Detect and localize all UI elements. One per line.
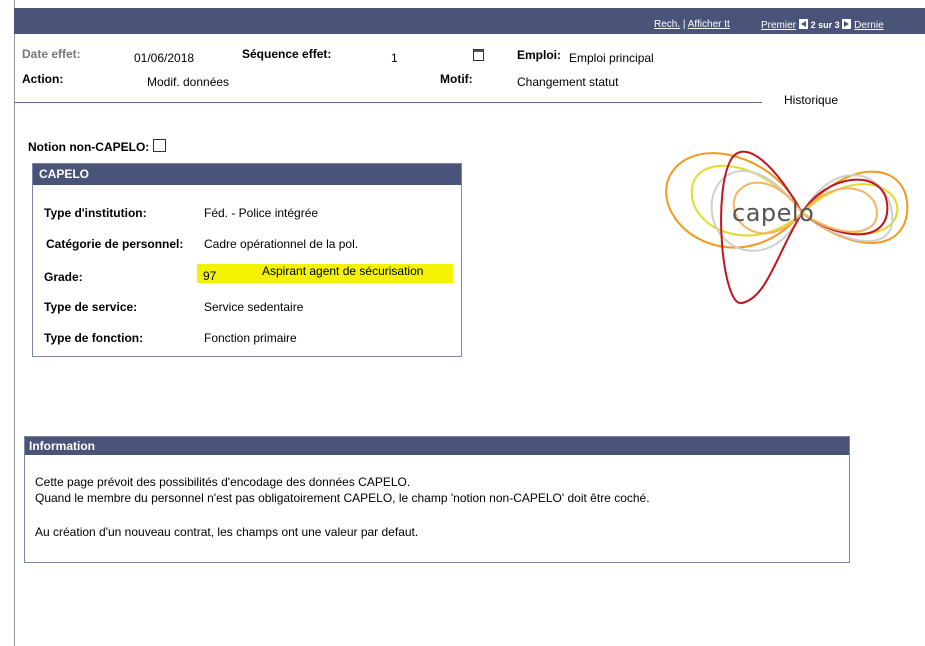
emploi-label: Emploi: [517,48,561,62]
institution-type-value: Féd. - Police intégrée [204,206,319,220]
notion-checkbox[interactable] [152,139,166,152]
grade-label: Grade: [44,270,83,284]
motif-value: Changement statut [517,75,619,89]
next-arrow-icon[interactable] [842,19,852,29]
action-label: Action: [22,72,64,86]
grade-value: Aspirant agent de sécurisation [262,264,424,278]
info-line-3: Au création d'un nouveau contrat, les ch… [35,525,419,539]
date-effet-label: Date effet: [22,47,81,61]
sequence-value: 1 [391,51,398,65]
emploi-value: Emploi principal [569,51,654,65]
history-link[interactable]: Historique [784,93,838,107]
capelo-logo: capelo [652,133,925,311]
information-panel-title: Information [25,437,849,455]
date-effet-value: 01/06/2018 [134,51,195,65]
institution-type-label: Type d'institution: [44,206,147,220]
capelo-panel-title: CAPELO [33,164,461,185]
first-link[interactable]: Premier [761,20,796,31]
previous-arrow-icon[interactable] [798,19,808,29]
staff-category-label: Catégorie de personnel: [46,237,184,251]
capelo-logo-text: capelo [732,199,815,227]
motif-label: Motif: [440,72,473,86]
staff-category-value: Cadre opérationnel de la pol. [204,237,359,251]
nav-separator: | [682,19,686,30]
show-all-link[interactable]: Afficher tt [688,19,730,30]
info-line-1: Cette page prévoit des possibilités d'en… [35,475,411,489]
capelo-panel: CAPELO [32,163,462,357]
notion-non-capelo-field: Notion non-CAPELO: [28,139,166,154]
service-type-label: Type de service: [44,300,138,314]
last-link[interactable]: Dernie [854,20,883,31]
record-nav: Premier 2 sur 3 Dernie [761,19,884,31]
header-divider [14,102,762,103]
sequence-label: Séquence effet: [242,47,332,61]
search-nav: Rech. | Afficher tt [654,19,730,30]
info-line-2: Quand le membre du personnel n'est pas o… [35,491,650,505]
notion-label: Notion non-CAPELO: [28,140,150,154]
calendar-icon[interactable] [473,49,484,61]
function-type-value: Fonction primaire [204,331,297,345]
search-link[interactable]: Rech. [654,19,680,30]
service-type-value: Service sedentaire [204,300,304,314]
grade-code: 97 [203,269,217,283]
action-value: Modif. données [147,75,230,89]
record-counter: 2 sur 3 [810,20,840,30]
function-type-label: Type de fonction: [44,331,144,345]
